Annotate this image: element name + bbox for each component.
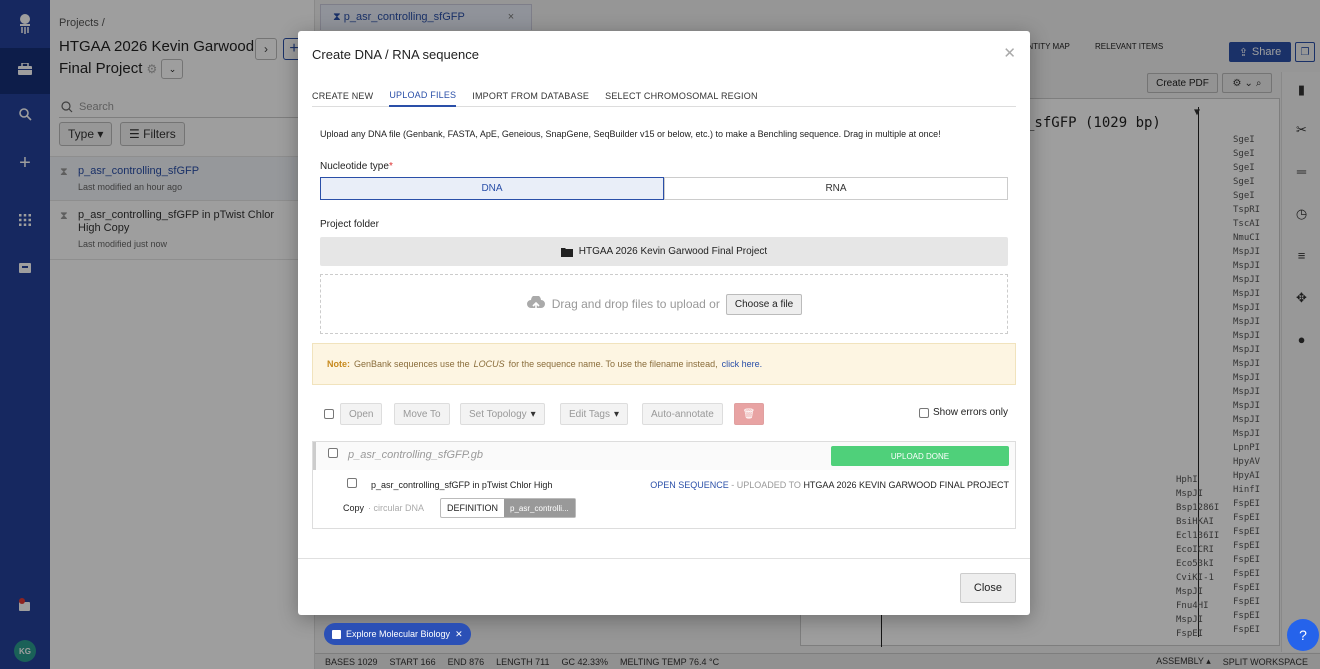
move-to-button[interactable]: Move To bbox=[394, 403, 450, 425]
dialog-title: Create DNA / RNA sequence bbox=[312, 47, 479, 62]
copy-label: Copy bbox=[343, 503, 365, 513]
rna-option[interactable]: RNA bbox=[664, 177, 1008, 200]
sequence-checkbox[interactable] bbox=[347, 478, 357, 488]
close-button[interactable]: Close bbox=[959, 573, 1016, 603]
file-drop-zone[interactable]: Drag and drop files to upload or Choose … bbox=[320, 274, 1008, 334]
checkbox-icon bbox=[332, 629, 341, 639]
note-text-2: for the sequence name. To use the filena… bbox=[508, 359, 718, 369]
dialog-footer: Close bbox=[298, 558, 1030, 615]
topology-label: · circular DNA bbox=[368, 503, 425, 513]
definition-key: DEFINITION bbox=[447, 503, 499, 513]
destination-project[interactable]: HTGAA 2026 KEVIN GARWOOD FINAL PROJECT bbox=[803, 480, 1009, 490]
help-button[interactable]: ? bbox=[1287, 619, 1319, 651]
file-name: p_asr_controlling_sfGFP.gb bbox=[348, 449, 483, 461]
sequence-actions: OPEN SEQUENCE - UPLOADED TO HTGAA 2026 K… bbox=[650, 480, 1009, 490]
upload-instructions: Upload any DNA file (Genbank, FASTA, ApE… bbox=[320, 129, 941, 139]
edit-tags-button[interactable]: Edit Tags ▾ bbox=[560, 403, 628, 425]
upload-status-badge: UPLOAD DONE bbox=[831, 446, 1009, 466]
show-errors-checkbox[interactable] bbox=[918, 407, 929, 418]
tab-chromosomal-region[interactable]: SELECT CHROMOSOMAL REGION bbox=[605, 85, 758, 107]
file-toolbar: Open Move To Set Topology ▾ Edit Tags ▾ Au… bbox=[324, 403, 1016, 425]
close-icon[interactable]: ✕ bbox=[1003, 44, 1016, 62]
auto-annotate-button[interactable]: Auto-annotate bbox=[642, 403, 723, 425]
tab-create-new[interactable]: CREATE NEW bbox=[312, 85, 373, 107]
dialog-tabs: CREATE NEW UPLOAD FILES IMPORT FROM DATA… bbox=[312, 85, 1016, 107]
note-text: GenBank sequences use the bbox=[354, 359, 470, 369]
project-folder-label: Project folder bbox=[320, 219, 379, 230]
uploaded-files-list: p_asr_controlling_sfGFP.gb UPLOAD DONE p… bbox=[312, 441, 1016, 529]
choose-file-button[interactable]: Choose a file bbox=[725, 293, 803, 315]
cloud-upload-icon bbox=[526, 296, 545, 312]
create-sequence-dialog: Create DNA / RNA sequence ✕ CREATE NEW U… bbox=[298, 31, 1030, 615]
close-icon[interactable]: ✕ bbox=[455, 629, 463, 640]
explore-label: Explore Molecular Biology bbox=[346, 629, 451, 639]
sequence-row: p_asr_controlling_sfGFP in pTwist Chlor … bbox=[335, 472, 1015, 528]
drag-text: Drag and drop files to upload or bbox=[551, 297, 720, 311]
nucleotide-type-toggle: DNA RNA bbox=[320, 177, 1008, 200]
note-label: Note: bbox=[327, 359, 350, 369]
tab-upload-files[interactable]: UPLOAD FILES bbox=[389, 85, 457, 107]
file-row: p_asr_controlling_sfGFP.gb UPLOAD DONE bbox=[313, 442, 1015, 470]
sequence-name: p_asr_controlling_sfGFP in pTwist Chlor … bbox=[371, 480, 553, 490]
select-all-checkbox[interactable] bbox=[324, 409, 334, 419]
file-checkbox[interactable] bbox=[328, 448, 338, 458]
definition-value: p_asr_controlli... bbox=[504, 499, 575, 517]
note-locus: LOCUS bbox=[473, 359, 505, 369]
show-errors-label: Show errors only bbox=[932, 407, 1008, 418]
set-topology-button[interactable]: Set Topology ▾ bbox=[460, 403, 545, 425]
definition-tag[interactable]: DEFINITION p_asr_controlli... bbox=[440, 498, 576, 518]
tab-import-database[interactable]: IMPORT FROM DATABASE bbox=[472, 85, 589, 107]
trash-icon[interactable]: 🗑 bbox=[734, 403, 764, 425]
open-button[interactable]: Open bbox=[340, 403, 383, 425]
dna-option[interactable]: DNA bbox=[320, 177, 664, 200]
nucleotide-type-label: Nucleotide type* bbox=[320, 161, 393, 172]
sequence-details: Copy · circular DNA DEFINITION p_asr_con… bbox=[343, 498, 576, 518]
folder-icon bbox=[560, 247, 573, 257]
genbank-note: Note: GenBank sequences use the LOCUS fo… bbox=[312, 343, 1016, 385]
explore-chip[interactable]: Explore Molecular Biology ✕ bbox=[324, 623, 471, 645]
show-errors-toggle[interactable]: Show errors only bbox=[918, 407, 1008, 418]
project-folder-select[interactable]: HTGAA 2026 Kevin Garwood Final Project bbox=[320, 237, 1008, 266]
click-here-link[interactable]: click here. bbox=[722, 359, 763, 369]
folder-value: HTGAA 2026 Kevin Garwood Final Project bbox=[578, 246, 768, 257]
open-sequence-link[interactable]: OPEN SEQUENCE bbox=[650, 480, 729, 490]
